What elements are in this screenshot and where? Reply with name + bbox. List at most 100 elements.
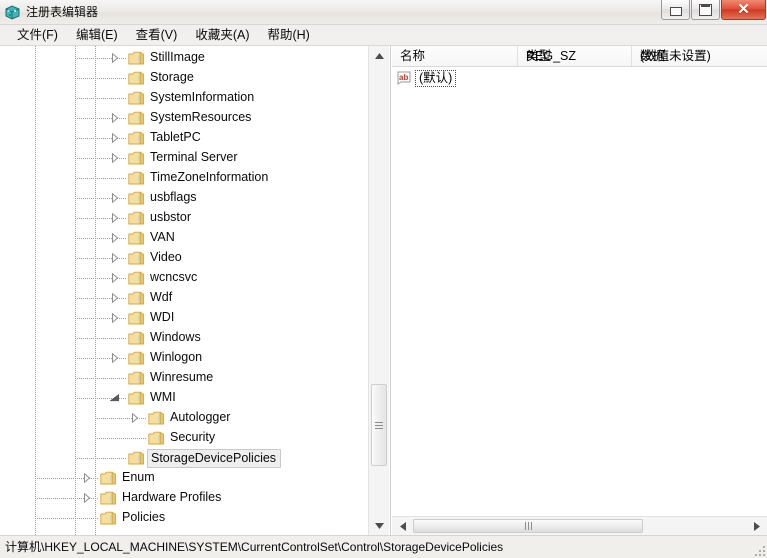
main-content: StillImage Storage SystemInformation System…: [0, 46, 767, 535]
tree-item-label: Hardware Profiles: [122, 490, 222, 504]
tree-item-label: wcncsvc: [150, 270, 198, 284]
folder-icon: [128, 291, 145, 305]
tree-item-label: VAN: [150, 230, 175, 244]
folder-icon: [128, 191, 145, 205]
tree-item-systeminformation[interactable]: SystemInformation: [0, 88, 368, 108]
tree-connector: [75, 458, 126, 459]
scroll-down-button[interactable]: [369, 516, 389, 535]
menu-help[interactable]: 帮助(H): [258, 26, 318, 45]
scroll-thumb[interactable]: [413, 519, 643, 533]
menu-view[interactable]: 查看(V): [127, 26, 187, 45]
tree-item-tabletpc[interactable]: TabletPC: [0, 128, 368, 148]
registry-values-pane[interactable]: 名称 类型 数据 ab (默认): [392, 46, 767, 535]
tree-item-autologger[interactable]: Autologger: [0, 408, 368, 428]
value-name[interactable]: (默认): [415, 70, 457, 87]
tree-item-storage[interactable]: Storage: [0, 68, 368, 88]
tree-item-video[interactable]: Video: [0, 248, 368, 268]
tree-item-usbstor[interactable]: usbstor: [0, 208, 368, 228]
tree-item-label: Storage: [150, 70, 194, 84]
folder-icon: [148, 431, 165, 445]
folder-icon: [128, 91, 145, 105]
expand-arrow-icon[interactable]: [80, 491, 93, 504]
tree-item-wmi[interactable]: WMI: [0, 388, 368, 408]
tree-item-policies[interactable]: Policies: [0, 508, 368, 528]
tree-item-stillimage[interactable]: StillImage: [0, 48, 368, 68]
folder-icon: [128, 451, 145, 465]
resize-grip-icon[interactable]: [753, 544, 765, 556]
folder-icon: [128, 111, 145, 125]
window-title: 注册表编辑器: [26, 5, 99, 19]
menu-file[interactable]: 文件(F): [8, 26, 67, 45]
folder-icon: [128, 331, 145, 345]
tree-item-wcncsvc[interactable]: wcncsvc: [0, 268, 368, 288]
menu-favorites[interactable]: 收藏夹(A): [186, 26, 258, 45]
menu-edit[interactable]: 编辑(E): [67, 26, 127, 45]
tree-item-label: Video: [150, 250, 182, 264]
collapse-arrow-icon[interactable]: [108, 391, 121, 404]
column-header-name[interactable]: 名称: [392, 46, 518, 66]
tree-item-systemresources[interactable]: SystemResources: [0, 108, 368, 128]
caret-up-icon: [374, 52, 384, 59]
expand-arrow-icon[interactable]: [108, 111, 121, 124]
caret-left-icon: [399, 521, 406, 531]
folder-icon: [128, 351, 145, 365]
maximize-button[interactable]: [691, 0, 720, 20]
expand-arrow-icon[interactable]: [108, 271, 121, 284]
value-row-default[interactable]: ab (默认): [392, 68, 767, 88]
scroll-left-button[interactable]: [393, 517, 412, 535]
tree-item-label: StorageDevicePolicies: [147, 449, 282, 468]
tree-item-label: TimeZoneInformation: [150, 170, 269, 184]
tree-connector: [35, 518, 98, 519]
tree-item-security[interactable]: Security: [0, 428, 368, 448]
registry-tree-pane[interactable]: StillImage Storage SystemInformation System…: [0, 46, 391, 535]
expand-arrow-icon[interactable]: [108, 131, 121, 144]
expand-arrow-icon[interactable]: [108, 291, 121, 304]
minimize-button[interactable]: [661, 0, 690, 20]
tree-connector: [75, 78, 126, 79]
svg-text:ab: ab: [399, 73, 408, 82]
tree-item-timezoneinformation[interactable]: TimeZoneInformation: [0, 168, 368, 188]
tree-item-winresume[interactable]: Winresume: [0, 368, 368, 388]
tree-item-winlogon[interactable]: Winlogon: [0, 348, 368, 368]
title-bar: 注册表编辑器 ✕: [0, 0, 767, 25]
expand-arrow-icon[interactable]: [108, 211, 121, 224]
tree-item-windows[interactable]: Windows: [0, 328, 368, 348]
expand-arrow-icon[interactable]: [108, 151, 121, 164]
expand-arrow-icon[interactable]: [80, 471, 93, 484]
folder-icon: [128, 251, 145, 265]
scroll-thumb[interactable]: [371, 384, 387, 466]
tree-item-usbflags[interactable]: usbflags: [0, 188, 368, 208]
expand-arrow-icon[interactable]: [108, 231, 121, 244]
tree-item-label: Terminal Server: [150, 150, 238, 164]
caret-right-icon: [753, 521, 760, 531]
tree-item-storagedevicepolicies[interactable]: StorageDevicePolicies: [0, 448, 368, 468]
expand-arrow-icon[interactable]: [108, 191, 121, 204]
tree-item-hardware-profiles[interactable]: Hardware Profiles: [0, 488, 368, 508]
scroll-right-button[interactable]: [747, 517, 766, 535]
expand-arrow-icon[interactable]: [128, 411, 141, 424]
expand-arrow-icon[interactable]: [108, 311, 121, 324]
tree-connector: [95, 438, 146, 439]
tree-item-van[interactable]: VAN: [0, 228, 368, 248]
tree-connector: [75, 338, 126, 339]
caret-down-icon: [374, 522, 384, 529]
expand-arrow-icon[interactable]: [108, 51, 121, 64]
scroll-up-button[interactable]: [369, 46, 389, 65]
close-button[interactable]: ✕: [721, 0, 766, 20]
expand-arrow-icon[interactable]: [108, 351, 121, 364]
folder-icon: [128, 151, 145, 165]
tree-item-label: SystemInformation: [150, 90, 255, 104]
tree-item-terminal-server[interactable]: Terminal Server: [0, 148, 368, 168]
tree-item-label: Winlogon: [150, 350, 203, 364]
values-horizontal-scrollbar[interactable]: [392, 516, 767, 535]
scroll-grip-icon: [524, 522, 533, 530]
minimize-icon: [669, 6, 682, 16]
tree-item-enum[interactable]: Enum: [0, 468, 368, 488]
tree-item-wdi[interactable]: WDI: [0, 308, 368, 328]
expand-arrow-icon[interactable]: [108, 251, 121, 264]
tree-vertical-scrollbar[interactable]: [368, 46, 389, 535]
tree-item-wdf[interactable]: Wdf: [0, 288, 368, 308]
folder-icon: [128, 171, 145, 185]
registry-tree[interactable]: StillImage Storage SystemInformation System…: [0, 46, 368, 535]
folder-icon: [128, 231, 145, 245]
